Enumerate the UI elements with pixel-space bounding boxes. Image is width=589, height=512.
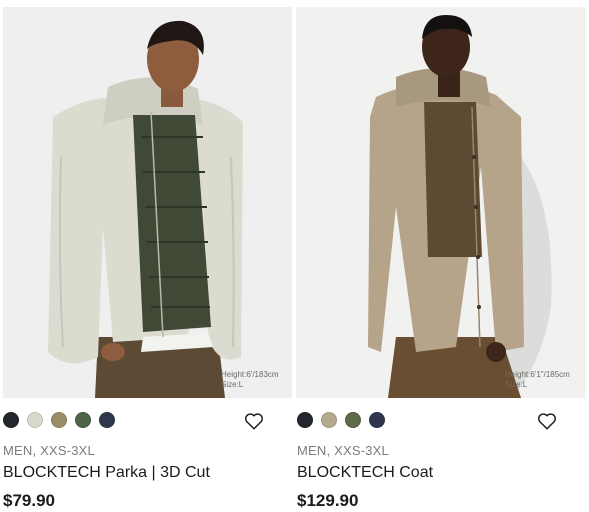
heart-outline-icon bbox=[245, 413, 263, 430]
color-swatches bbox=[297, 412, 385, 430]
color-swatch[interactable] bbox=[321, 412, 337, 428]
product-category: MEN, XXS-3XL bbox=[297, 443, 389, 458]
favorite-button[interactable] bbox=[536, 410, 558, 432]
model-size: Size:L bbox=[221, 380, 244, 389]
product-price: $129.90 bbox=[297, 491, 359, 510]
product-category: MEN, XXS-3XL bbox=[3, 443, 95, 458]
color-swatch[interactable] bbox=[27, 412, 43, 428]
product-name[interactable]: BLOCKTECH Coat bbox=[297, 464, 433, 482]
model-size: Size:L bbox=[505, 380, 528, 389]
product-price: $79.90 bbox=[3, 491, 55, 510]
model-height: Height:6'/183cm bbox=[221, 370, 279, 379]
product-card[interactable]: Height:6'/183cm Size:L MEN, XXS-3XL BLOC… bbox=[0, 0, 293, 512]
color-swatches bbox=[3, 412, 115, 430]
color-swatch[interactable] bbox=[99, 412, 115, 428]
product-image[interactable] bbox=[3, 7, 292, 398]
color-swatch[interactable] bbox=[75, 412, 91, 428]
heart-outline-icon bbox=[538, 413, 556, 430]
favorite-button[interactable] bbox=[243, 410, 265, 432]
product-card[interactable]: Height:6'1"/185cm Size:L MEN, XXS-3XL BL… bbox=[296, 0, 589, 512]
product-image[interactable] bbox=[296, 7, 585, 398]
model-height: Height:6'1"/185cm bbox=[505, 370, 570, 379]
color-swatch[interactable] bbox=[369, 412, 385, 428]
product-grid: Height:6'/183cm Size:L MEN, XXS-3XL BLOC… bbox=[0, 0, 589, 512]
color-swatch[interactable] bbox=[297, 412, 313, 428]
color-swatch[interactable] bbox=[51, 412, 67, 428]
model-info: Height:6'1"/185cm Size:L bbox=[505, 370, 570, 390]
color-swatch[interactable] bbox=[345, 412, 361, 428]
model-info: Height:6'/183cm Size:L bbox=[221, 370, 279, 390]
color-swatch[interactable] bbox=[3, 412, 19, 428]
product-name[interactable]: BLOCKTECH Parka | 3D Cut bbox=[3, 464, 210, 482]
